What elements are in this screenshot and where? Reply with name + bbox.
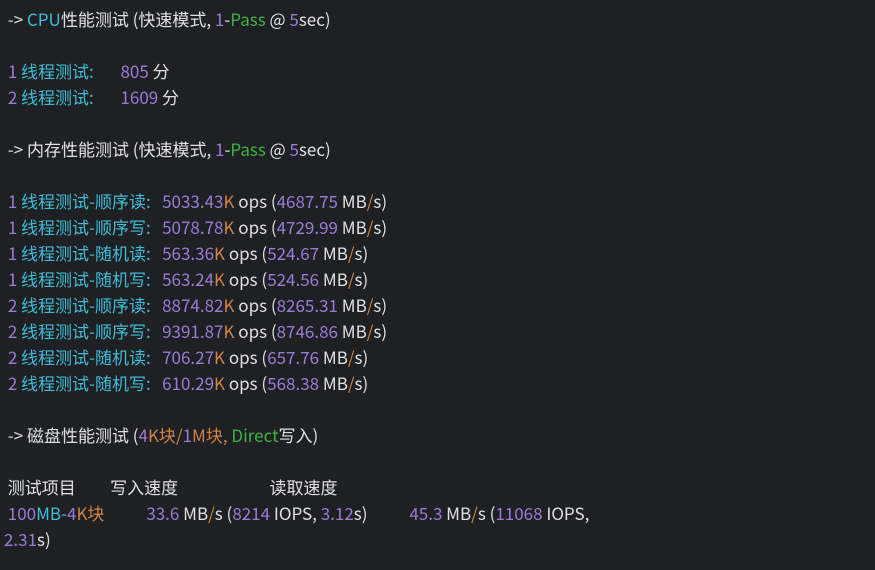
mem-row-6: 2 线程测试-随机读: 706.27K ops (657.76 MB/s): [4, 344, 871, 370]
mem-row-5: 2 线程测试-顺序写: 9391.87K ops (8746.86 MB/s): [4, 318, 871, 344]
mem-row-3: 1 线程测试-随机写: 563.24K ops (524.56 MB/s): [4, 266, 871, 292]
blank-line: [4, 396, 871, 422]
disk-columns: 测试项目 写入速度 读取速度: [4, 474, 871, 500]
blank-line: [4, 110, 871, 136]
blank-line: [4, 162, 871, 188]
mem-row-7: 2 线程测试-随机写: 610.29K ops (568.38 MB/s): [4, 370, 871, 396]
cpu-row-1: 2 线程测试: 1609 分: [4, 84, 871, 110]
disk-header: -> 磁盘性能测试 (4K块/1M块, Direct写入): [4, 422, 871, 448]
blank-line: [4, 448, 871, 474]
mem-row-2: 1 线程测试-随机读: 563.36K ops (524.67 MB/s): [4, 240, 871, 266]
mem-header: -> 内存性能测试 (快速模式, 1-Pass @ 5sec): [4, 136, 871, 162]
cpu-header: -> CPU性能测试 (快速模式, 1-Pass @ 5sec): [4, 6, 871, 32]
disk-row-0-wrap: 2.31s): [4, 526, 871, 552]
mem-row-0: 1 线程测试-顺序读: 5033.43K ops (4687.75 MB/s): [4, 188, 871, 214]
mem-row-4: 2 线程测试-顺序读: 8874.82K ops (8265.31 MB/s): [4, 292, 871, 318]
disk-row-0: 100MB-4K块 33.6 MB/s (8214 IOPS, 3.12s) 4…: [4, 500, 871, 526]
blank-line: [4, 32, 871, 58]
terminal-output: -> CPU性能测试 (快速模式, 1-Pass @ 5sec) 1 线程测试:…: [4, 6, 871, 552]
cpu-row-0: 1 线程测试: 805 分: [4, 58, 871, 84]
mem-row-1: 1 线程测试-顺序写: 5078.78K ops (4729.99 MB/s): [4, 214, 871, 240]
